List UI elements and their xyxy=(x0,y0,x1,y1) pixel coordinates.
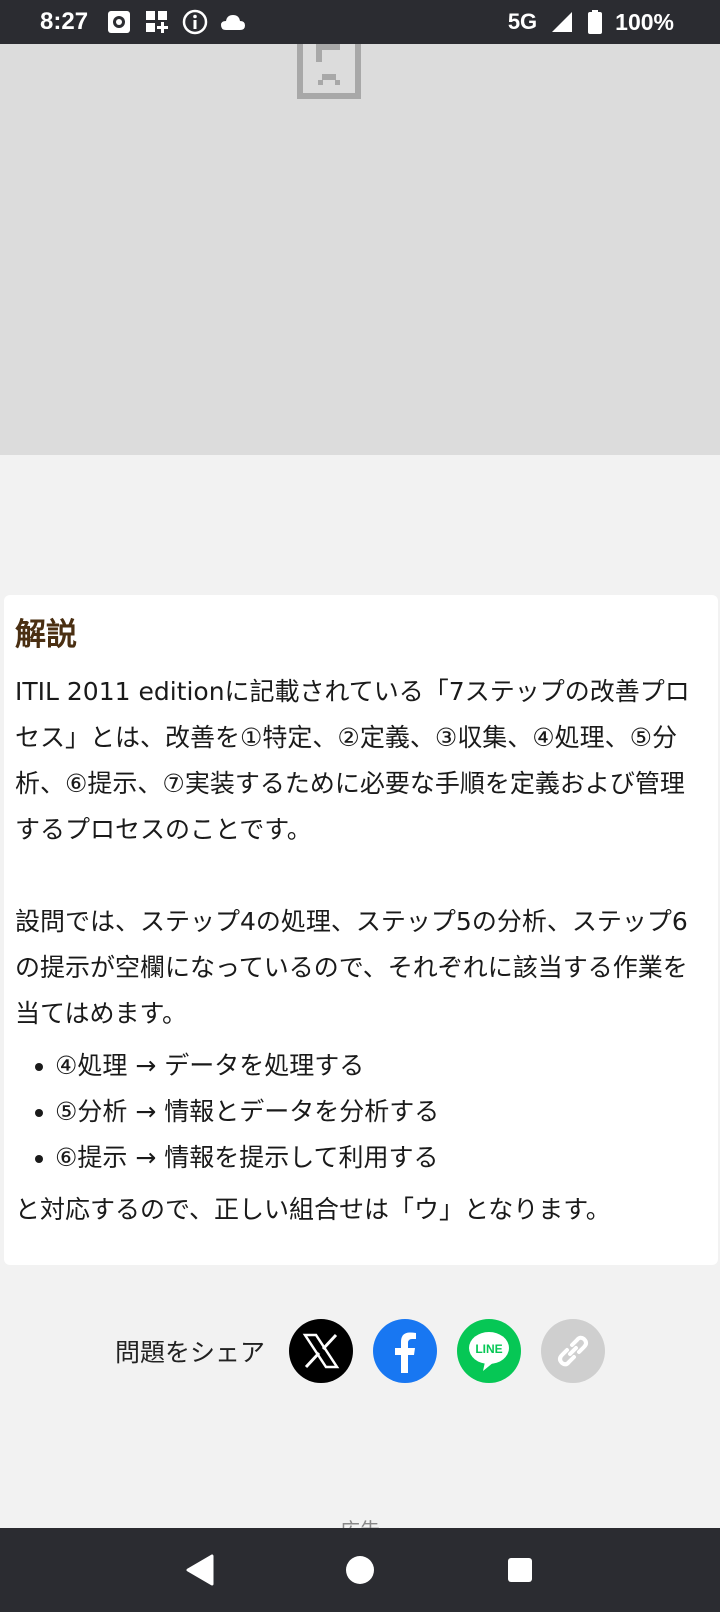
share-x-button[interactable] xyxy=(289,1319,353,1383)
share-line-button[interactable]: LINE xyxy=(457,1319,521,1383)
network-type: 5G xyxy=(507,9,538,34)
list-item: ⑥提示 → 情報を提示して利用する xyxy=(35,1135,706,1181)
home-circle-icon xyxy=(346,1556,374,1584)
share-row: 問題をシェア LINE xyxy=(0,1318,720,1384)
step-mapping-list: ④処理 → データを処理する ⑤分析 → 情報とデータを分析する ⑥提示 → 情… xyxy=(15,1043,706,1181)
apps-notification-icon xyxy=(144,9,170,35)
status-bar: 8:27 5G 100% xyxy=(0,0,720,44)
system-navigation-bar xyxy=(0,1528,720,1612)
recents-button[interactable] xyxy=(490,1540,550,1600)
explanation-paragraph: ITIL 2011 editionに記載されている「7ステップの改善プロセス」と… xyxy=(15,677,690,844)
explanation-conclusion: と対応するので、正しい組合せは「ウ」となります。 xyxy=(15,1195,611,1224)
back-triangle-icon xyxy=(186,1554,214,1586)
signal-icon xyxy=(549,9,575,35)
list-item: ⑤分析 → 情報とデータを分析する xyxy=(35,1089,706,1135)
facebook-icon xyxy=(395,1332,416,1373)
recents-square-icon xyxy=(508,1558,532,1582)
explanation-card: 解説 ITIL 2011 editionに記載されている「7ステップの改善プロセ… xyxy=(4,595,718,1265)
question-image-placeholder xyxy=(0,44,720,455)
copy-link-button[interactable] xyxy=(541,1319,605,1383)
broken-image-icon xyxy=(296,44,362,100)
explanation-title: 解説 xyxy=(15,617,77,653)
status-time: 8:27 xyxy=(40,8,89,35)
info-notification-icon xyxy=(182,9,208,35)
share-label: 問題をシェア xyxy=(114,1338,265,1367)
back-button[interactable] xyxy=(170,1540,230,1600)
link-icon xyxy=(558,1335,588,1367)
cloud-notification-icon xyxy=(220,9,246,35)
explanation-body: ITIL 2011 editionに記載されている「7ステップの改善プロセス」と… xyxy=(15,669,706,1233)
camera-notification-icon xyxy=(106,9,132,35)
explanation-paragraph: 設問では、ステップ4の処理、ステップ5の分析、ステップ6の提示が空欄になっている… xyxy=(15,907,688,1028)
x-icon xyxy=(302,1333,340,1369)
battery-icon xyxy=(587,9,603,35)
battery-percent: 100% xyxy=(615,8,674,35)
line-logo-text: LINE xyxy=(475,1342,502,1356)
list-item: ④処理 → データを処理する xyxy=(35,1043,706,1089)
share-facebook-button[interactable] xyxy=(373,1319,437,1383)
home-button[interactable] xyxy=(330,1540,390,1600)
